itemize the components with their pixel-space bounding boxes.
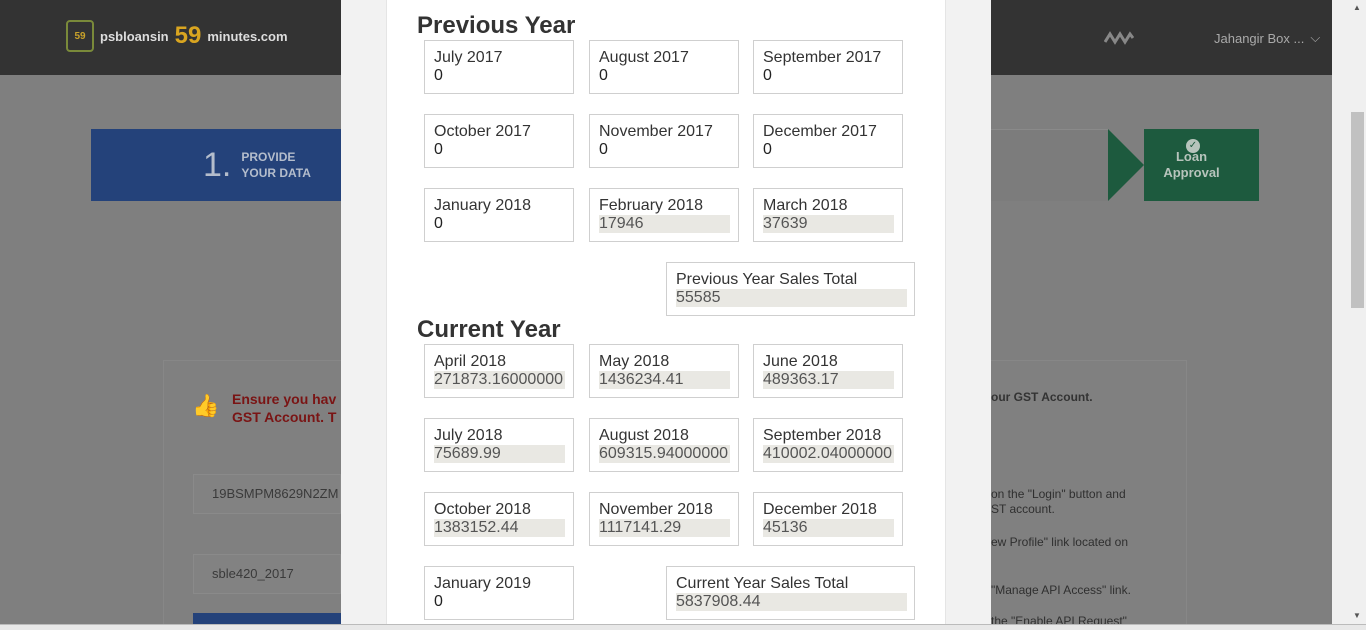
logo-badge-icon: 59	[66, 20, 94, 52]
month-value[interactable]: 271873.16000000	[434, 371, 565, 389]
month-value[interactable]: 1117141.29	[599, 519, 730, 537]
month-box: August 2017 0	[589, 40, 739, 94]
month-label: August 2018	[599, 427, 689, 444]
month-box: October 2017 0	[424, 114, 574, 168]
month-box: October 2018 1383152.44	[424, 492, 574, 546]
month-box: April 2018 271873.16000000	[424, 344, 574, 398]
month-label: May 2018	[599, 353, 670, 370]
total-label: Current Year Sales Total	[676, 575, 849, 592]
month-value[interactable]: 0	[434, 593, 565, 611]
month-value[interactable]: 37639	[763, 215, 894, 233]
instruction-line: "Manage API Access" link.	[991, 583, 1131, 597]
instruction-line: on the "Login" button and	[991, 487, 1126, 501]
logo-prefix: psbloansin	[100, 28, 169, 44]
month-box: August 2018 609315.94000000	[589, 418, 739, 472]
month-box: May 2018 1436234.41	[589, 344, 739, 398]
month-value[interactable]: 0	[434, 67, 565, 85]
month-value[interactable]: 489363.17	[763, 371, 894, 389]
chevron-down-icon: ⌵	[1310, 30, 1321, 45]
previous-year-total-box: Previous Year Sales Total 55585	[666, 262, 915, 316]
month-label: November 2017	[599, 123, 713, 140]
month-value[interactable]: 0	[599, 141, 730, 159]
month-box: June 2018 489363.17	[753, 344, 903, 398]
month-label: February 2018	[599, 197, 704, 214]
month-value[interactable]: 0	[434, 141, 565, 159]
month-label: November 2018	[599, 501, 713, 518]
month-label: April 2018	[434, 353, 507, 370]
month-value[interactable]: 1436234.41	[599, 371, 730, 389]
step-loan-approval: Loan Approval	[1108, 129, 1259, 201]
month-label: August 2017	[599, 49, 689, 66]
ensure-notice: Ensure you hav GST Account. T	[232, 390, 336, 426]
site-logo[interactable]: 59 psbloansin 59 minutes.com	[66, 20, 288, 52]
month-value[interactable]: 0	[434, 215, 565, 233]
month-label: October 2018	[434, 501, 531, 518]
activity-wave-icon[interactable]	[1104, 28, 1134, 48]
month-box: December 2017 0	[753, 114, 903, 168]
instruction-line: ST account.	[991, 502, 1055, 516]
month-label: October 2017	[434, 123, 531, 140]
month-value[interactable]: 410002.04000000	[763, 445, 894, 463]
current-year-total-box: Current Year Sales Total 5837908.44	[666, 566, 915, 620]
ensure-line1: Ensure you hav	[232, 391, 337, 407]
month-label: September 2018	[763, 427, 882, 444]
month-label: July 2017	[434, 49, 503, 66]
current-year-title: Current Year	[417, 316, 561, 343]
step-last-line2: Approval	[1163, 165, 1220, 180]
month-value[interactable]: 17946	[599, 215, 730, 233]
month-value[interactable]: 75689.99	[434, 445, 565, 463]
gstin-input[interactable]: 19BSMPM8629N2ZM	[193, 474, 341, 514]
check-circle-icon: ✓	[1186, 139, 1200, 153]
month-value[interactable]: 0	[599, 67, 730, 85]
step-number: 1.	[203, 145, 232, 184]
taskbar-edge	[0, 624, 1366, 630]
scrollbar-thumb[interactable]	[1351, 112, 1364, 308]
month-label: June 2018	[763, 353, 838, 370]
month-value[interactable]: 45136	[763, 519, 894, 537]
month-value[interactable]: 0	[763, 141, 894, 159]
logo-number: 59	[174, 22, 202, 49]
total-value[interactable]: 55585	[676, 289, 907, 307]
total-value[interactable]: 5837908.44	[676, 593, 907, 611]
month-label: December 2017	[763, 123, 877, 140]
month-box: November 2017 0	[589, 114, 739, 168]
scroll-down-icon[interactable]: ▼	[1353, 611, 1361, 620]
gst-account-note: our GST Account.	[991, 390, 1093, 404]
instruction-line: ew Profile" link located on	[991, 535, 1128, 549]
month-box: December 2018 45136	[753, 492, 903, 546]
user-menu[interactable]: Jahangir Box ... ⌵	[1214, 30, 1320, 46]
step-label-line1: PROVIDE	[241, 150, 296, 164]
month-value[interactable]: 609315.94000000	[599, 445, 730, 463]
month-box: November 2018 1117141.29	[589, 492, 739, 546]
total-label: Previous Year Sales Total	[676, 271, 858, 288]
step-label: PROVIDE YOUR DATA	[241, 149, 311, 181]
ensure-line2: GST Account. T	[232, 409, 337, 425]
thumbs-up-icon: 👍	[192, 393, 220, 418]
month-label: September 2017	[763, 49, 882, 66]
month-box: September 2018 410002.04000000	[753, 418, 903, 472]
month-value[interactable]: 1383152.44	[434, 519, 565, 537]
vertical-scrollbar[interactable]: ▲ ▼	[1349, 0, 1366, 630]
logo-suffix: minutes.com	[207, 28, 288, 44]
month-box: March 2018 37639	[753, 188, 903, 242]
gst-username-input[interactable]: sble420_2017	[193, 554, 341, 594]
user-name: Jahangir Box ...	[1214, 30, 1305, 46]
month-box: January 2019 0	[424, 566, 574, 620]
month-box: July 2018 75689.99	[424, 418, 574, 472]
previous-year-title: Previous Year	[417, 12, 576, 39]
month-box: September 2017 0	[753, 40, 903, 94]
month-box: July 2017 0	[424, 40, 574, 94]
month-box: January 2018 0	[424, 188, 574, 242]
month-label: July 2018	[434, 427, 503, 444]
month-box: February 2018 17946	[589, 188, 739, 242]
month-label: January 2018	[434, 197, 531, 214]
step-label-line2: YOUR DATA	[241, 166, 311, 180]
scroll-up-icon[interactable]: ▲	[1353, 3, 1361, 12]
step-provide-data: 1. PROVIDE YOUR DATA	[91, 129, 341, 201]
month-label: March 2018	[763, 197, 848, 214]
month-value[interactable]: 0	[763, 67, 894, 85]
month-label: December 2018	[763, 501, 877, 518]
month-label: January 2019	[434, 575, 531, 592]
step-middle	[991, 129, 1108, 201]
